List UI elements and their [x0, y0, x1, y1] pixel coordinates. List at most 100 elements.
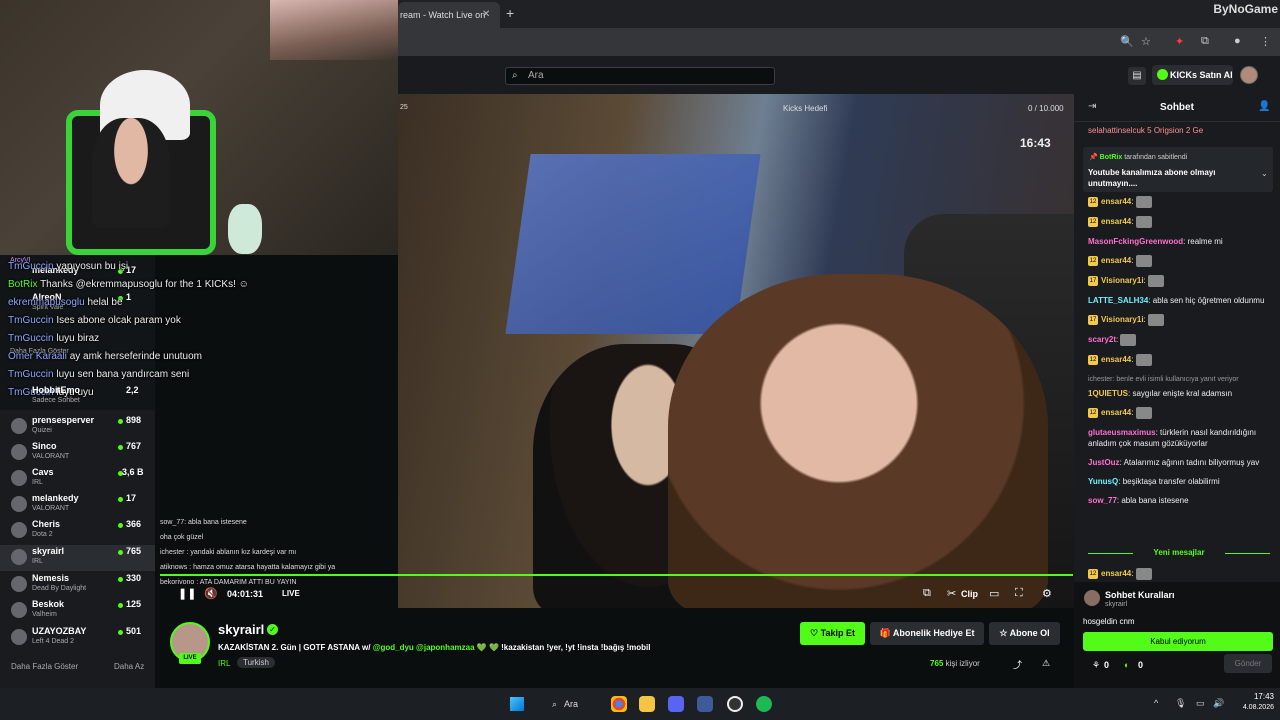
language-tag[interactable]: Turkish: [237, 657, 275, 668]
streamer: [92, 118, 170, 228]
network-icon[interactable]: ▭: [1196, 698, 1205, 709]
tray-chevron-icon[interactable]: ^: [1154, 698, 1158, 708]
chat-username[interactable]: Visionary1i: [1101, 315, 1144, 324]
chat-username[interactable]: MasonFckingGreenwood: [1088, 237, 1183, 246]
sidebar-item-prensesperver[interactable]: prensesperver Quizei 898: [0, 414, 155, 440]
chat-username[interactable]: scary2t: [1088, 335, 1116, 344]
bus-window: [505, 154, 761, 334]
progress-bar[interactable]: [160, 574, 1073, 576]
chat-username[interactable]: ensar44: [1101, 569, 1131, 578]
chat-username[interactable]: ensar44: [1101, 217, 1131, 226]
file-explorer-icon[interactable]: [639, 696, 655, 712]
spotify-icon[interactable]: [756, 696, 772, 712]
kicks-buy-button[interactable]: KICKs Satın Al: [1152, 65, 1233, 85]
zoom-icon[interactable]: 🔍: [1120, 35, 1134, 48]
taskbar-search[interactable]: ⌕ Ara: [548, 694, 598, 714]
chat-username[interactable]: Visionary1i: [1101, 276, 1144, 285]
chat-text: saygılar enişte kral adamsın: [1132, 389, 1233, 398]
overlay-chat-text: helal be: [87, 297, 123, 308]
windows-start-icon[interactable]: [510, 697, 524, 711]
library-icon[interactable]: ▤: [1128, 67, 1146, 85]
chat-username[interactable]: ensar44: [1101, 355, 1131, 364]
chat-username[interactable]: 1QUIETUS: [1088, 389, 1128, 398]
sidebar-item-cheris[interactable]: Cheris Dota 2 366: [0, 518, 155, 544]
bookmark-star-icon[interactable]: ☆: [1141, 35, 1151, 48]
microphone-icon[interactable]: 🎙: [1175, 698, 1186, 709]
menu-dots-icon[interactable]: ⋮: [1260, 35, 1271, 48]
chat-username[interactable]: ensar44: [1101, 197, 1131, 206]
chevron-down-icon[interactable]: ⌄: [1261, 169, 1268, 178]
kicks-icon[interactable]: ⚘: [1092, 660, 1100, 671]
person-right: [668, 274, 1048, 608]
pinned-by: 📌 BotRix tarafından sabitlendi: [1089, 154, 1188, 161]
chat-username[interactable]: ensar44: [1101, 408, 1131, 417]
sidebar-item-sinco[interactable]: Sinco VALORANT 767: [0, 440, 155, 466]
pinned-by-user: BotRix: [1099, 154, 1123, 161]
app-icon[interactable]: [697, 696, 713, 712]
chat-title: Sohbet: [1160, 102, 1194, 113]
new-tab-icon[interactable]: +: [506, 5, 514, 21]
sidebar-item-beskok[interactable]: Beskok Valheim 125: [0, 598, 155, 624]
sidebar-item-hobbitemo[interactable]: HobbitEmo Sadece Sohbet 2,2: [0, 384, 155, 410]
pip-icon[interactable]: ⧉: [923, 587, 931, 600]
stream-title-mentions[interactable]: @god_dyu @japonhamzaa: [373, 643, 475, 652]
fullscreen-icon[interactable]: ⛶: [1015, 587, 1023, 600]
pause-icon[interactable]: ❚❚: [178, 587, 196, 600]
volume-icon[interactable]: 🔊: [1213, 698, 1224, 709]
sidebar-item-skyrairl[interactable]: skyrairl IRL 765: [0, 545, 155, 571]
chat-users-icon[interactable]: 👤: [1258, 101, 1270, 112]
close-tab-icon[interactable]: ✕: [482, 2, 490, 28]
settings-gear-icon[interactable]: ⚙: [1042, 587, 1052, 600]
report-icon[interactable]: ⚠: [1042, 658, 1050, 669]
category-link[interactable]: IRL: [218, 659, 230, 668]
webcam-overlay: [0, 0, 398, 255]
live-dot-icon: [118, 523, 123, 528]
sidebar-item-cavs[interactable]: Cavs IRL 3,6 B: [0, 466, 155, 492]
chat-username[interactable]: ensar44: [1101, 256, 1131, 265]
extensions-puzzle-icon[interactable]: ⧉: [1201, 35, 1209, 48]
pinned-message[interactable]: 📌 BotRix tarafından sabitlendi Youtube k…: [1083, 147, 1273, 192]
rules-user: skyrairl: [1105, 601, 1128, 608]
sidebar-item-uzayozbay[interactable]: UZAYOZBAY Left 4 Dead 2 501: [0, 625, 155, 651]
show-more-link[interactable]: Daha Fazla Göster: [11, 662, 78, 671]
user-avatar[interactable]: [1240, 66, 1258, 84]
browser-tab[interactable]: ream - Watch Live on ✕: [398, 2, 500, 28]
channel-name[interactable]: skyrairl: [218, 622, 264, 637]
sidebar-item-name: Nemesis: [32, 573, 70, 583]
search-input[interactable]: ⌕ Ara: [505, 67, 775, 85]
chrome-app-icon[interactable]: [611, 696, 627, 712]
chat-username[interactable]: glutaeusmaximus: [1088, 428, 1156, 437]
share-icon[interactable]: ⤴: [1013, 658, 1022, 671]
extension-icon[interactable]: ✦: [1175, 35, 1184, 48]
emote-icon: [1135, 407, 1152, 419]
chat-username[interactable]: sow_77: [1088, 496, 1117, 505]
channel-points-icon[interactable]: ◐: [1124, 660, 1129, 670]
discord-icon[interactable]: [668, 696, 684, 712]
clip-button[interactable]: Clip: [961, 589, 978, 599]
chat-username[interactable]: LATTE_SALH34: [1088, 296, 1148, 305]
chat-message: 12 ensar44:: [1088, 196, 1276, 208]
sidebar-item-melankedy[interactable]: melankedy VALORANT 17: [0, 492, 155, 518]
string-lights: [270, 0, 398, 60]
chat-username[interactable]: JustOuz: [1088, 458, 1120, 467]
clip-icon[interactable]: ✂: [947, 587, 956, 600]
gift-sub-button[interactable]: 🎁 Abonelik Hediye Et: [870, 622, 984, 645]
sidebar-item-name: skyrairl: [32, 546, 65, 556]
sub-badge: 12: [1088, 197, 1098, 207]
theater-mode-icon[interactable]: ▭: [989, 587, 999, 600]
accept-rules-button[interactable]: Kabul ediyorum: [1083, 632, 1273, 651]
sidebar-item-nemesis[interactable]: Nemesis Dead By Daylight 330: [0, 572, 155, 598]
subscribe-button[interactable]: ☆ Abone Ol: [989, 622, 1060, 645]
profile-icon[interactable]: ●: [1234, 35, 1241, 47]
video-player[interactable]: 25 Kicks Hedefi 0 / 10.000 16:43: [398, 94, 1074, 608]
send-button[interactable]: Gönder: [1224, 654, 1272, 673]
sidebar-item-count: 2,2: [126, 385, 139, 395]
chat-username[interactable]: YunusQ: [1088, 477, 1118, 486]
new-messages-divider[interactable]: Yeni mesajlar: [1088, 548, 1270, 558]
taskbar-time: 17:43: [1253, 692, 1274, 701]
obs-icon[interactable]: [727, 696, 743, 712]
show-less-link[interactable]: Daha Az: [114, 662, 144, 671]
mute-icon[interactable]: 🔇: [204, 587, 218, 600]
follow-button[interactable]: ♡ Takip Et: [800, 622, 865, 645]
overlay-chat-user: ekremmapusoglu: [8, 297, 85, 308]
